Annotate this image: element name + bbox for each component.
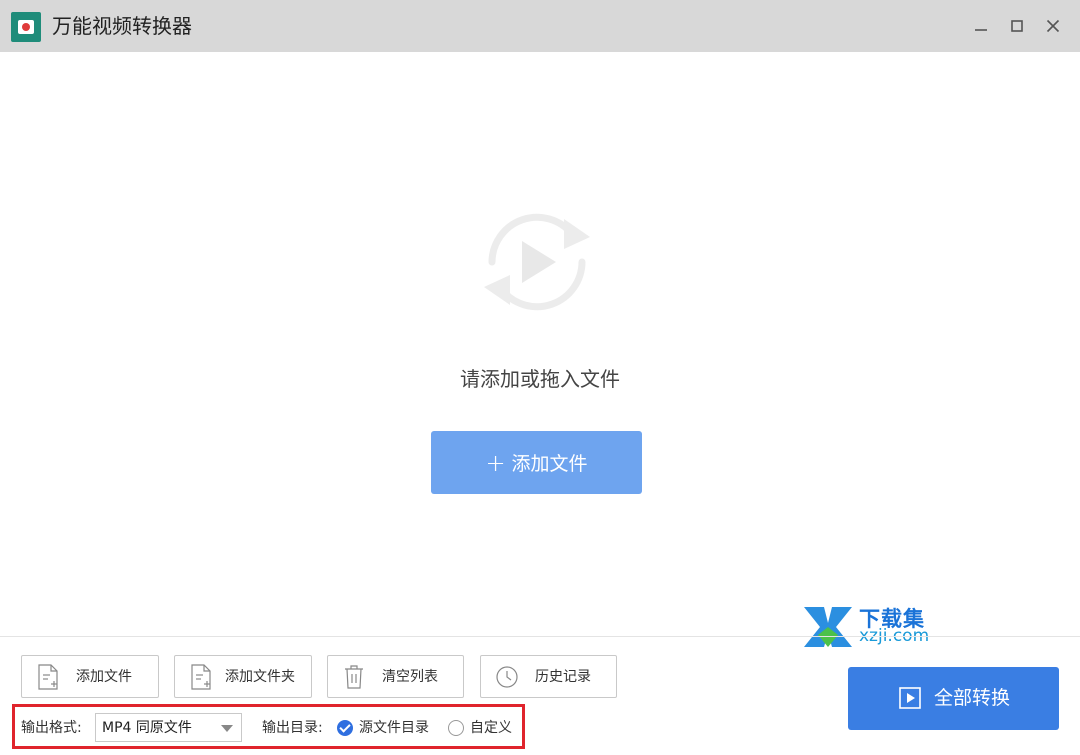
history-label: 历史记录: [535, 669, 591, 685]
app-logo-icon: [11, 12, 41, 42]
title-bar: 万能视频转换器: [0, 0, 1080, 52]
radio-custom-dir[interactable]: [448, 720, 464, 736]
play-icon: [899, 687, 921, 709]
add-folder-label: 添加文件夹: [225, 669, 295, 685]
site-watermark: 下载集 xzji.com: [802, 603, 947, 651]
file-drop-area[interactable]: [0, 52, 1080, 636]
add-file-main-label: 添加文件: [511, 453, 588, 475]
output-format-select[interactable]: MP4 同原文件: [95, 713, 242, 742]
add-file-button[interactable]: 添加文件: [21, 655, 159, 698]
clock-icon: [496, 666, 518, 688]
clear-list-label: 清空列表: [382, 669, 438, 685]
watermark-logo-icon: [804, 607, 852, 647]
drop-hint-text: 请添加或拖入文件: [460, 367, 620, 391]
maximize-icon[interactable]: [1003, 12, 1031, 40]
history-button[interactable]: 历史记录: [480, 655, 617, 698]
add-file-main-button[interactable]: + 添加文件: [431, 431, 642, 494]
clear-list-button[interactable]: 清空列表: [327, 655, 464, 698]
chevron-down-icon: [221, 725, 233, 732]
plus-icon: +: [485, 448, 506, 477]
convert-all-button[interactable]: 全部转换: [848, 667, 1059, 730]
convert-video-icon: [484, 213, 590, 311]
radio-source-dir-label[interactable]: 源文件目录: [359, 719, 429, 737]
add-file-label: 添加文件: [76, 669, 132, 685]
minimize-icon[interactable]: [967, 12, 995, 40]
add-folder-button[interactable]: 添加文件夹: [174, 655, 312, 698]
radio-source-dir[interactable]: [337, 720, 353, 736]
close-icon[interactable]: [1039, 12, 1067, 40]
output-format-label: 输出格式:: [21, 720, 82, 736]
add-folder-icon: [191, 664, 211, 690]
bottom-divider: [0, 636, 1080, 637]
output-dir-label: 输出目录:: [262, 720, 323, 736]
output-format-value: MP4 同原文件: [102, 720, 192, 736]
add-file-icon: [38, 664, 58, 690]
window-title: 万能视频转换器: [52, 14, 192, 38]
radio-custom-dir-label[interactable]: 自定义: [470, 719, 512, 737]
trash-icon: [345, 665, 363, 689]
convert-all-label: 全部转换: [934, 687, 1011, 709]
